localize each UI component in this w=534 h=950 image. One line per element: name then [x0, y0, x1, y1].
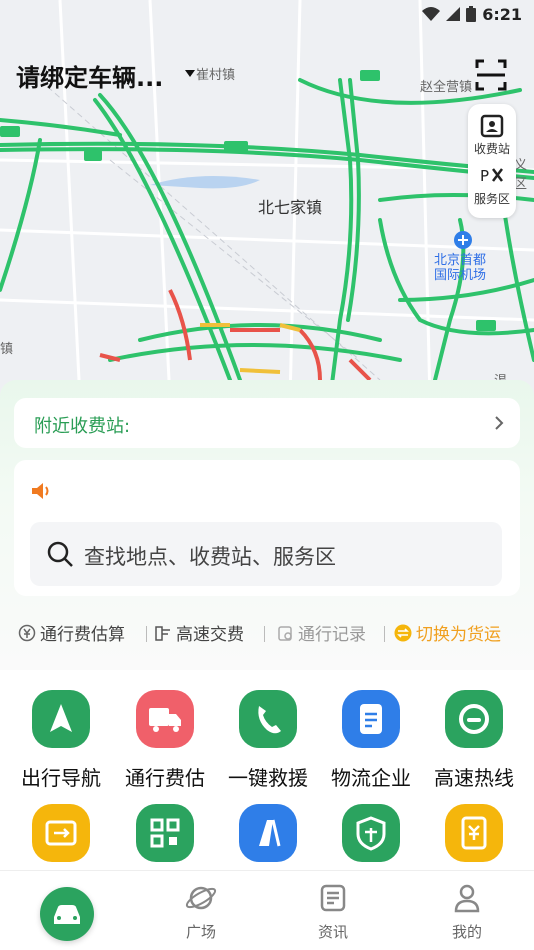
headset-icon [445, 690, 503, 748]
service-etc[interactable] [9, 804, 113, 862]
home-button[interactable] [40, 887, 94, 941]
map-label-airport: 北京首都 国际机场 [434, 253, 487, 283]
road-icon [239, 804, 297, 862]
quick-link-toll-pay[interactable]: 高速交费 [154, 620, 244, 645]
quick-link-records[interactable]: 通行记录 [276, 620, 366, 645]
search-card: 查找地点、收费站、服务区 [14, 460, 520, 596]
nav-square[interactable]: 广场 [134, 871, 268, 950]
map-label-zhen: 镇 [0, 342, 14, 357]
service-label: 一键救援 [228, 766, 308, 790]
quick-link-switch-freight[interactable]: 切换为货运 [394, 620, 501, 645]
navigation-icon [32, 690, 90, 748]
service-receipt[interactable] [422, 804, 526, 862]
status-bar: 6:21 [0, 0, 534, 28]
service-logistics[interactable]: 物流企业 [319, 690, 423, 791]
top-bar: 请绑定车辆... [0, 54, 534, 98]
quick-link-label: 高速交费 [176, 625, 244, 645]
phone-icon [239, 690, 297, 748]
service-navigation[interactable]: 出行导航 [9, 690, 113, 791]
nav-label: 资讯 [317, 923, 348, 941]
car-icon [54, 905, 80, 924]
clipboard-icon [278, 625, 292, 641]
map-label-north7: 北七家镇 [258, 198, 323, 217]
quick-link-label: 切换为货运 [416, 625, 501, 645]
speaker-icon[interactable] [30, 480, 52, 502]
planet-icon [185, 886, 217, 910]
service-label: 通行费估 [125, 766, 205, 790]
quick-links: 通行费估算 高速交费 通行记录 切换为货运 [0, 620, 534, 650]
service-hotline[interactable]: 高速热线 [422, 690, 526, 791]
service-toll-estimate[interactable]: 通行费估 [113, 690, 217, 791]
bottom-sheet: 附近收费站: 查找地点、收费站、服务区 通行费估算 高速交费 通行记录 切换为货… [0, 380, 534, 670]
service-label: 出行导航 [21, 766, 101, 790]
search-icon [47, 541, 73, 567]
divider [264, 626, 265, 642]
scan-icon[interactable] [474, 58, 508, 92]
yen-circle-icon [18, 624, 36, 641]
nav-label: 我的 [451, 923, 482, 941]
truck-icon [136, 690, 194, 748]
quick-link-label: 通行费估算 [40, 625, 125, 645]
quick-link-label: 通行记录 [298, 625, 366, 645]
switch-icon [394, 624, 412, 641]
service-label: 物流企业 [331, 766, 411, 790]
bottom-nav: 广场 资讯 我的 [0, 870, 534, 950]
card-icon [32, 804, 90, 862]
service-area-label[interactable]: 服务区 [468, 190, 516, 207]
nearby-toll-label: 附近收费站: [34, 416, 131, 437]
nav-home[interactable] [0, 871, 134, 950]
document-icon [342, 690, 400, 748]
user-icon [454, 884, 480, 913]
service-area-icon[interactable]: P [480, 164, 504, 186]
map-side-panel: 收费站 P 服务区 [468, 104, 516, 218]
map-label-yi: 义区 [514, 158, 528, 192]
nav-label: 广场 [185, 923, 216, 941]
battery-icon [466, 6, 477, 22]
shield-icon [342, 804, 400, 862]
service-qrcode[interactable] [113, 804, 217, 862]
nav-news[interactable]: 资讯 [266, 871, 400, 950]
toll-gate-icon [155, 625, 170, 641]
signal-icon [446, 7, 461, 21]
wifi-icon [422, 7, 441, 21]
vehicle-selector[interactable]: 请绑定车辆... [16, 58, 163, 93]
quick-link-toll-estimate[interactable]: 通行费估算 [18, 620, 125, 645]
search-placeholder: 查找地点、收费站、服务区 [84, 545, 336, 569]
receipt-icon [445, 804, 503, 862]
toll-station-icon[interactable] [480, 114, 504, 138]
news-icon [320, 884, 346, 912]
chevron-right-icon[interactable] [494, 415, 504, 431]
service-rescue[interactable]: 一键救援 [216, 690, 320, 791]
divider [384, 626, 385, 642]
toll-station-label[interactable]: 收费站 [468, 140, 516, 157]
svg-text:P: P [480, 167, 489, 185]
nav-profile[interactable]: 我的 [400, 871, 534, 950]
qrcode-icon [136, 804, 194, 862]
service-compensation[interactable] [319, 804, 423, 862]
service-label: 高速热线 [434, 766, 514, 790]
caret-down-icon[interactable] [185, 70, 195, 77]
nearby-toll-card[interactable]: 附近收费站: [14, 398, 520, 448]
service-road[interactable] [216, 804, 320, 862]
divider [146, 626, 147, 642]
status-time: 6:21 [482, 4, 522, 24]
search-input[interactable]: 查找地点、收费站、服务区 [30, 522, 502, 586]
